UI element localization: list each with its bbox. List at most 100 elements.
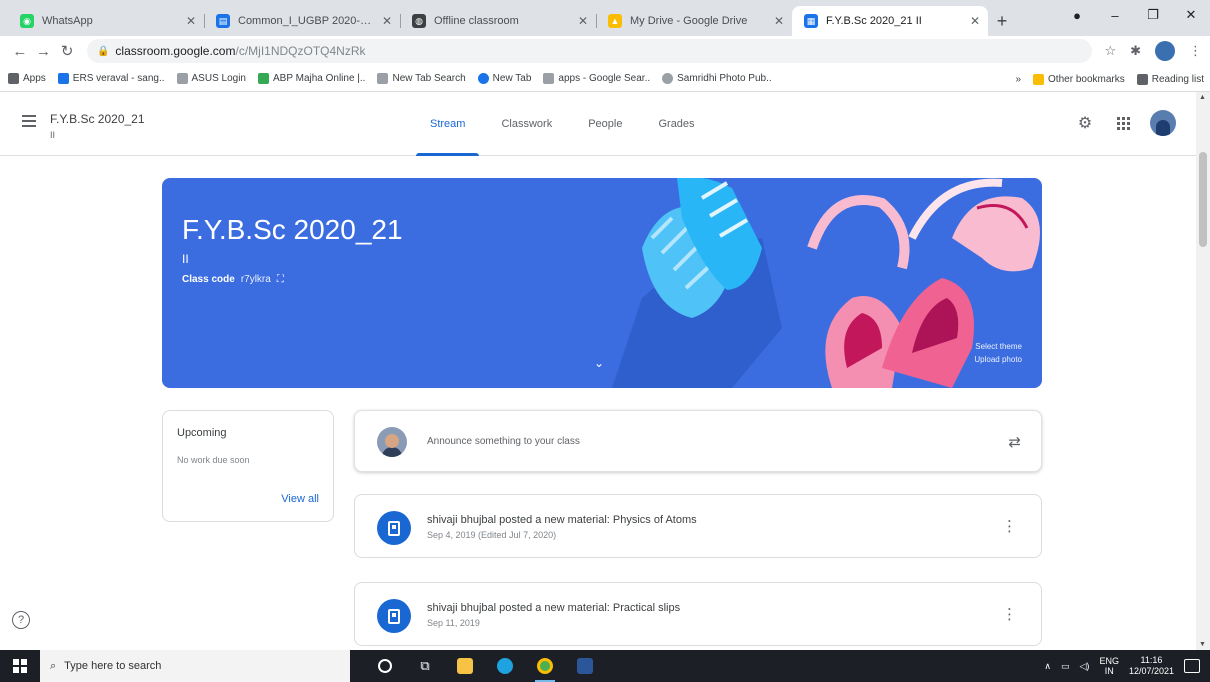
customize-banner[interactable]: Select theme Upload photo <box>974 340 1022 366</box>
bookmark-item[interactable]: apps - Google Sear.. <box>543 73 650 84</box>
class-name[interactable]: F.Y.B.Sc 2020_21 <box>50 112 145 126</box>
gear-icon[interactable]: ⚙ <box>1074 112 1096 134</box>
close-tab-icon[interactable]: ✕ <box>382 14 392 28</box>
bookmark-item[interactable]: New Tab Search <box>377 73 466 84</box>
class-section: II <box>50 130 56 140</box>
scroll-down-icon[interactable]: ▼ <box>1199 641 1206 648</box>
bookmark-item[interactable]: ABP Majha Online |.. <box>258 73 365 84</box>
other-bookmarks[interactable]: Other bookmarks <box>1033 73 1125 85</box>
close-window-icon[interactable]: ✕ <box>1172 7 1210 23</box>
tab-classwork[interactable]: Classwork <box>483 92 570 156</box>
network-icon[interactable]: ▭ <box>1061 661 1070 672</box>
close-tab-icon[interactable]: ✕ <box>186 14 196 28</box>
stream-post[interactable]: shivaji bhujbal posted a new material: P… <box>354 582 1042 646</box>
browser-tab[interactable]: ◉ WhatsApp ✕ <box>8 6 204 36</box>
view-all-link[interactable]: View all <box>281 493 319 505</box>
language-indicator[interactable]: ENG IN <box>1099 656 1119 676</box>
menu-icon[interactable] <box>22 115 36 127</box>
url-path: /c/MjI1NDQzOTQ4NzRk <box>235 44 366 58</box>
window-controls: ● – ❐ ✕ <box>1058 0 1210 30</box>
reading-list[interactable]: Reading list <box>1136 73 1204 85</box>
profile-icon[interactable]: ● <box>1058 8 1096 23</box>
back-icon[interactable]: ← <box>8 43 32 60</box>
post-date: Sep 11, 2019 <box>427 618 480 628</box>
chrome-icon[interactable] <box>532 650 558 682</box>
google-icon <box>543 73 555 84</box>
upload-photo-link[interactable]: Upload photo <box>974 353 1022 366</box>
minimize-icon[interactable]: – <box>1096 8 1134 23</box>
forward-icon[interactable]: → <box>32 43 56 60</box>
docs-icon: ▤ <box>216 14 230 28</box>
close-tab-icon[interactable]: ✕ <box>970 14 980 28</box>
bookmark-item[interactable]: ASUS Login <box>176 73 246 84</box>
post-title[interactable]: shivaji bhujbal posted a new material: P… <box>427 602 680 614</box>
sneakers-illustration <box>612 178 1040 388</box>
new-tab-button[interactable]: + <box>988 6 1016 36</box>
clock[interactable]: 11:16 12/07/2021 <box>1129 655 1174 677</box>
announce-box[interactable]: Announce something to your class ⇄ <box>354 410 1042 472</box>
upcoming-empty-text: No work due soon <box>177 455 250 465</box>
scrollbar[interactable]: ▲ ▼ <box>1196 92 1210 650</box>
apps-grid-icon <box>8 73 19 84</box>
bookmark-icon <box>477 73 489 84</box>
more-vert-icon[interactable]: ⋮ <box>1002 517 1017 535</box>
bookmark-item[interactable]: ERS veraval - sang.. <box>57 73 165 84</box>
task-view-icon[interactable]: ⧉ <box>412 650 438 682</box>
folder-icon <box>1033 73 1045 85</box>
classroom-header: F.Y.B.Sc 2020_21 II Stream Classwork Peo… <box>0 92 1196 156</box>
start-button[interactable] <box>0 650 40 682</box>
file-explorer-icon[interactable] <box>452 650 478 682</box>
browser-tab[interactable]: ▲ My Drive - Google Drive ✕ <box>596 6 792 36</box>
reload-icon[interactable]: ↻ <box>55 42 79 60</box>
chevron-right-icon[interactable]: » <box>1015 74 1021 85</box>
notification-icon[interactable] <box>1184 659 1200 673</box>
bookmark-item[interactable]: New Tab <box>477 73 531 84</box>
lock-icon[interactable]: 🔒 <box>97 46 109 57</box>
bookmark-item[interactable]: Apps <box>8 73 46 84</box>
browser-tab-active[interactable]: ▦ F.Y.B.Sc 2020_21 II ✕ <box>792 6 988 36</box>
scrollbar-thumb[interactable] <box>1199 152 1207 247</box>
tab-title: F.Y.B.Sc 2020_21 II <box>826 15 922 27</box>
more-vert-icon[interactable]: ⋮ <box>1189 43 1202 59</box>
close-tab-icon[interactable]: ✕ <box>774 14 784 28</box>
banner-title: F.Y.B.Sc 2020_21 <box>182 214 403 245</box>
extensions-icon[interactable]: ✱ <box>1130 43 1141 59</box>
globe-icon <box>662 73 674 84</box>
url-input[interactable]: 🔒 classroom.google.com /c/MjI1NDQzOTQ4Nz… <box>86 39 1093 63</box>
class-nav-tabs: Stream Classwork People Grades <box>412 92 713 156</box>
url-host: classroom.google.com <box>115 44 236 58</box>
tab-grades[interactable]: Grades <box>640 92 712 156</box>
taskbar-search-input[interactable]: ⌕ Type here to search <box>40 650 350 682</box>
close-tab-icon[interactable]: ✕ <box>578 14 588 28</box>
avatar <box>377 427 407 457</box>
browser-tab[interactable]: ◍ Offline classroom ✕ <box>400 6 596 36</box>
avatar[interactable] <box>1150 110 1176 136</box>
bookmark-item[interactable]: Samridhi Photo Pub.. <box>662 73 772 84</box>
fullscreen-icon[interactable]: ⛶ <box>277 274 284 285</box>
repost-icon[interactable]: ⇄ <box>1008 433 1021 451</box>
announce-placeholder[interactable]: Announce something to your class <box>427 436 580 447</box>
more-vert-icon[interactable]: ⋮ <box>1002 605 1017 623</box>
chevron-down-icon[interactable]: ⌄ <box>594 356 604 370</box>
select-theme-link[interactable]: Select theme <box>974 340 1022 353</box>
scroll-up-icon[interactable]: ▲ <box>1199 94 1206 101</box>
apps-grid-icon[interactable] <box>1112 112 1134 134</box>
help-icon[interactable]: ? <box>12 611 30 629</box>
class-code-value: r7ylkra <box>240 274 271 285</box>
cortana-icon[interactable] <box>372 650 398 682</box>
stream-post[interactable]: shivaji bhujbal posted a new material: P… <box>354 494 1042 558</box>
search-icon <box>377 73 389 84</box>
tab-stream[interactable]: Stream <box>412 92 483 156</box>
volume-icon[interactable]: ◁) <box>1080 661 1090 672</box>
star-icon[interactable]: ☆ <box>1104 43 1116 59</box>
browser-tab[interactable]: ▤ Common_I_UGBP 2020-21_ ✕ <box>204 6 400 36</box>
post-title[interactable]: shivaji bhujbal posted a new material: P… <box>427 514 697 526</box>
system-tray: ∧ ▭ ◁) ENG IN 11:16 12/07/2021 <box>1044 650 1200 682</box>
tab-people[interactable]: People <box>570 92 640 156</box>
maximize-icon[interactable]: ❐ <box>1134 7 1172 23</box>
class-banner: F.Y.B.Sc 2020_21 II Class code r7ylkra ⛶… <box>162 178 1042 388</box>
word-icon[interactable] <box>572 650 598 682</box>
avatar[interactable] <box>1155 41 1176 61</box>
chevron-up-icon[interactable]: ∧ <box>1044 661 1051 672</box>
edge-icon[interactable] <box>492 650 518 682</box>
